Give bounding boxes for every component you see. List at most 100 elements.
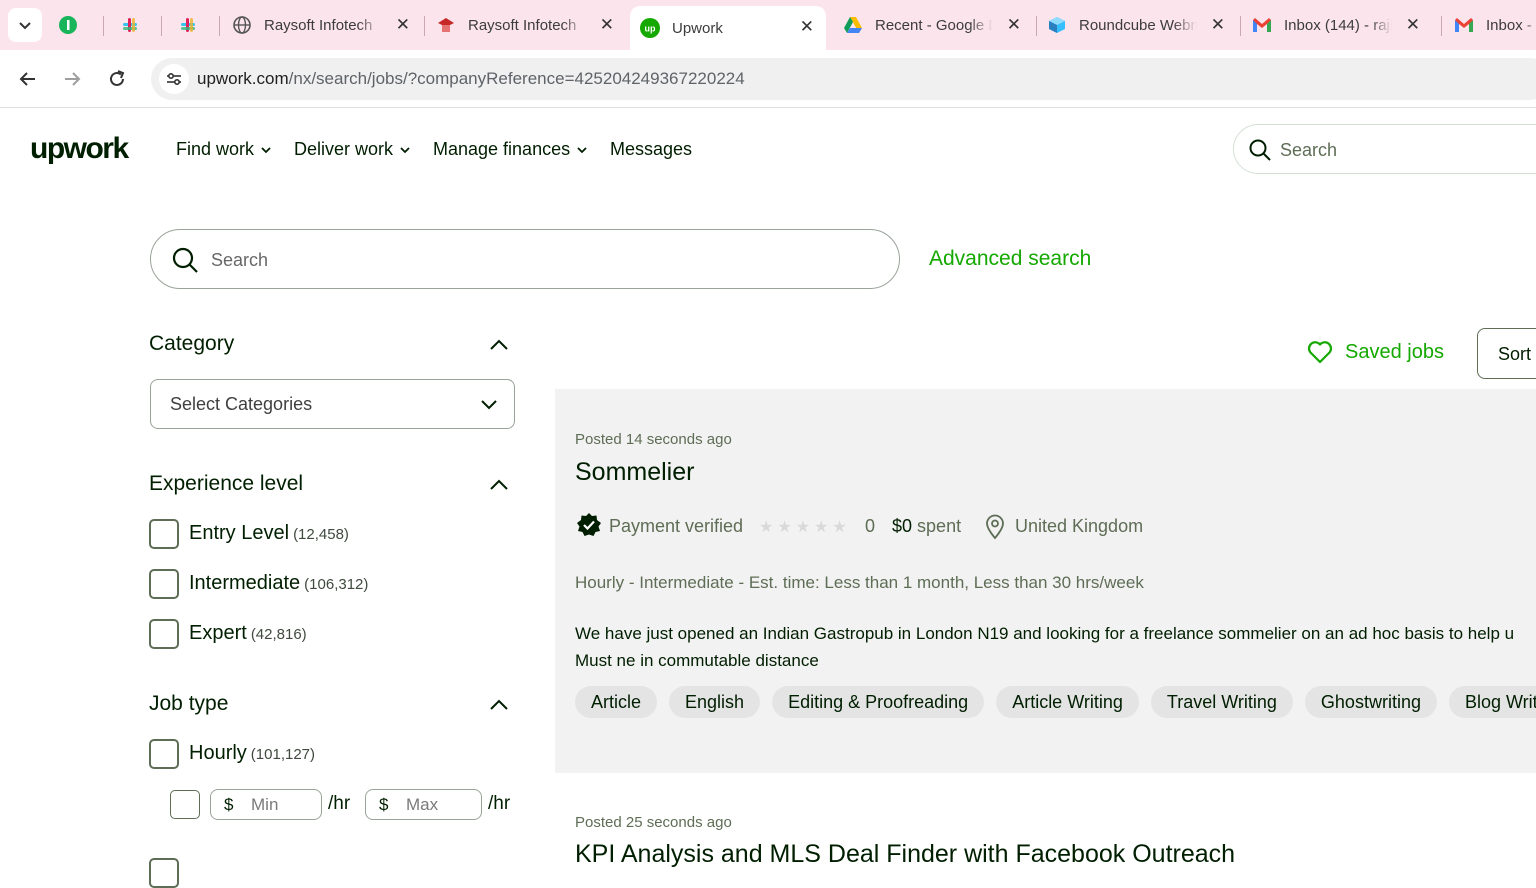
close-tab-icon[interactable]: ✕	[396, 16, 410, 34]
search-icon	[172, 247, 198, 273]
browser-tab[interactable]: Raysoft Infotech ✕	[436, 8, 626, 42]
tab-title: Upwork	[672, 19, 723, 37]
chevron-up-icon[interactable]	[489, 476, 509, 492]
forward-button[interactable]	[59, 66, 85, 92]
arrow-right-icon	[65, 72, 81, 86]
url-bar[interactable]: upwork.com/nx/search/jobs/?companyRefere…	[151, 58, 1536, 100]
skill-tag[interactable]: English	[669, 686, 761, 718]
skill-tag[interactable]: Travel Writing	[1150, 686, 1293, 718]
tune-icon	[167, 72, 181, 86]
gmail-icon	[1454, 15, 1474, 35]
job-posted-time: Posted 14 seconds ago	[575, 431, 732, 448]
upwork-icon: up	[640, 18, 660, 38]
intermediate-label[interactable]: Intermediate (106,312)	[189, 572, 368, 595]
payment-verified-label: Payment verified	[609, 516, 744, 536]
back-button[interactable]	[15, 66, 41, 92]
job-title-link[interactable]: KPI Analysis and MLS Deal Finder with Fa…	[575, 840, 1235, 869]
nav-find-work[interactable]: Find work	[176, 139, 272, 160]
advanced-search-link[interactable]: Advanced search	[929, 247, 1091, 271]
job-title-link[interactable]: Sommelier	[575, 458, 694, 487]
min-rate-field[interactable]: $	[210, 789, 322, 820]
tab-search-button[interactable]	[8, 8, 42, 42]
max-rate-input[interactable]	[406, 795, 470, 815]
expert-label[interactable]: Expert (42,816)	[189, 622, 307, 645]
browser-address-bar: upwork.com/nx/search/jobs/?companyRefere…	[0, 50, 1536, 108]
category-select[interactable]: Select Categories	[150, 379, 515, 429]
nav-deliver-work[interactable]: Deliver work	[294, 139, 411, 160]
arrow-left-icon	[19, 72, 35, 86]
job-search-input[interactable]	[211, 247, 851, 273]
expert-checkbox[interactable]	[149, 619, 179, 649]
nav-manage-finances[interactable]: Manage finances	[433, 139, 588, 160]
intermediate-checkbox[interactable]	[149, 569, 179, 599]
saved-jobs-link[interactable]: Saved jobs	[1307, 340, 1444, 364]
close-tab-icon[interactable]: ✕	[1211, 16, 1225, 34]
star-icon: ★	[814, 519, 829, 536]
header-search-input[interactable]	[1280, 137, 1520, 163]
chevron-down-icon	[400, 146, 410, 153]
chevron-up-icon[interactable]	[489, 336, 509, 352]
browser-tab[interactable]: Inbox -	[1454, 8, 1536, 42]
currency-symbol: $	[379, 795, 389, 814]
skill-tag[interactable]: Article	[575, 686, 658, 718]
close-tab-icon[interactable]: ✕	[1406, 16, 1420, 34]
gmail-icon	[1252, 15, 1272, 35]
fixed-price-checkbox[interactable]	[149, 858, 179, 888]
browser-tab[interactable]	[120, 8, 156, 42]
tab-title: Inbox (144) - rajiv	[1284, 16, 1392, 34]
browser-tab[interactable]: Recent - Google Drive ✕	[843, 8, 1033, 42]
skill-tag[interactable]: Article Writing	[996, 686, 1139, 718]
job-posted-time: Posted 25 seconds ago	[575, 814, 732, 831]
entry-level-checkbox[interactable]	[149, 519, 179, 549]
chevron-down-icon	[261, 146, 271, 153]
hourly-checkbox[interactable]	[149, 739, 179, 769]
roundcube-icon	[1047, 15, 1067, 35]
client-rating-stars: ★ ★ ★ ★ ★	[759, 517, 847, 537]
browser-tab-active[interactable]: up Upwork ✕	[630, 6, 826, 50]
onepassword-icon	[58, 15, 78, 35]
skill-tag[interactable]: Blog Writi	[1448, 686, 1536, 718]
category-filter-title: Category	[149, 332, 235, 355]
location-pin-icon	[986, 514, 1004, 540]
tab-title: Raysoft Infotech	[264, 16, 373, 34]
slack-icon	[120, 15, 140, 35]
entry-level-label[interactable]: Entry Level (12,458)	[189, 522, 349, 545]
job-search-box[interactable]	[150, 229, 900, 289]
site-info-button[interactable]	[159, 64, 189, 94]
skill-tag[interactable]: Editing & Proofreading	[772, 686, 985, 718]
nav-messages[interactable]: Messages	[610, 139, 692, 160]
client-rating-value: 0	[865, 516, 876, 536]
chevron-down-icon	[481, 400, 497, 410]
browser-tab[interactable]	[178, 8, 214, 42]
header-search-box[interactable]	[1233, 124, 1536, 174]
close-tab-icon[interactable]: ✕	[1007, 16, 1021, 34]
globe-icon	[232, 15, 252, 35]
skill-tag[interactable]: Ghostwriting	[1304, 686, 1437, 718]
slack-icon	[178, 15, 198, 35]
reload-button[interactable]	[104, 66, 130, 92]
min-rate-input[interactable]	[251, 795, 315, 815]
star-icon: ★	[832, 519, 847, 536]
svg-text:up: up	[645, 24, 656, 34]
tab-title: Recent - Google Drive	[875, 16, 993, 34]
verified-badge-icon	[577, 513, 601, 536]
star-icon: ★	[795, 519, 811, 536]
chevron-down-icon	[577, 146, 587, 153]
browser-tab[interactable]	[58, 8, 94, 42]
browser-tab[interactable]: Inbox (144) - rajiv ✕	[1252, 8, 1432, 42]
upwork-logo[interactable]: upwork	[30, 132, 134, 166]
hourly-label[interactable]: Hourly (101,127)	[189, 742, 315, 765]
browser-tab[interactable]: Raysoft Infotech ✕	[232, 8, 422, 42]
hourly-rate-checkbox[interactable]	[170, 790, 200, 819]
experience-filter-title: Experience level	[149, 472, 304, 495]
chevron-up-icon[interactable]	[489, 696, 509, 712]
max-rate-field[interactable]: $	[365, 789, 482, 820]
job-skill-tags: Article English Editing & Proofreading A…	[575, 686, 1536, 718]
close-tab-icon[interactable]: ✕	[800, 18, 814, 36]
sort-dropdown[interactable]: Sort	[1477, 328, 1536, 379]
job-description: We have just opened an Indian Gastropub …	[575, 624, 1515, 670]
browser-tab[interactable]: Roundcube Webmail ✕	[1047, 8, 1237, 42]
job-type-filter-title: Job type	[149, 692, 229, 715]
close-tab-icon[interactable]: ✕	[600, 16, 614, 34]
google-drive-icon	[843, 15, 863, 35]
